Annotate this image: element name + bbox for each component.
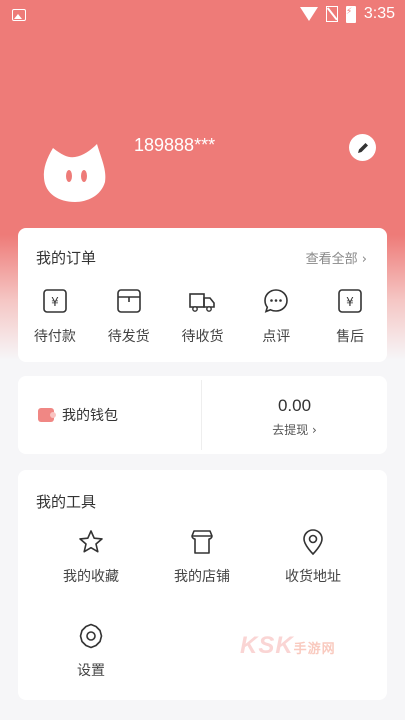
order-pending-shipment[interactable]: 待发货: [92, 288, 166, 346]
wifi-icon: [299, 7, 318, 21]
my-wallet-entry[interactable]: 我的钱包: [38, 405, 118, 425]
tool-label: 我的收藏: [63, 569, 119, 585]
tool-label: 我的店铺: [174, 569, 230, 585]
tool-settings[interactable]: 设置: [36, 622, 146, 680]
watermark-sub: 手游网: [293, 641, 336, 656]
edit-profile-button[interactable]: [349, 134, 376, 161]
wallet-icon: [38, 408, 56, 422]
shop-icon: [191, 530, 213, 554]
wallet-card: 我的钱包 0.00 去提现 ›: [18, 376, 387, 454]
order-item-label: 待收货: [181, 329, 224, 345]
order-review[interactable]: 点评: [239, 288, 313, 346]
watermark-text: KSK: [240, 632, 294, 659]
orders-title: 我的订单: [36, 249, 97, 267]
wallet-label: 我的钱包: [62, 408, 118, 424]
order-item-label: 售后: [336, 329, 365, 345]
location-icon: [303, 529, 323, 556]
orders-card: 我的订单 查看全部 › ¥ 待付款 待发货 待收货 点评 ¥ 售后: [18, 228, 387, 362]
comment-icon: [264, 289, 289, 313]
settings-icon: [79, 623, 103, 649]
order-item-label: 待发货: [107, 329, 150, 345]
tools-title: 我的工具: [36, 493, 97, 511]
order-after-sales[interactable]: ¥ 售后: [313, 288, 387, 346]
status-time: 3:35: [363, 5, 395, 22]
yen-bag-icon: ¥: [43, 289, 67, 313]
svg-text:¥: ¥: [346, 295, 354, 309]
view-all-orders-link[interactable]: 查看全部 ›: [306, 248, 367, 267]
yen-service-icon: ¥: [338, 289, 362, 313]
status-bar: 3:35: [0, 0, 405, 30]
tools-card: 我的工具 我的收藏 我的店铺 收货地址 设置: [18, 470, 387, 700]
battery-charging-icon: [345, 5, 356, 23]
no-sim-icon: [325, 6, 338, 22]
order-pending-payment[interactable]: ¥ 待付款: [18, 288, 92, 346]
watermark-logo: KSK手游网: [240, 632, 336, 660]
withdraw-link[interactable]: 去提现 ›: [202, 421, 387, 438]
truck-icon: [189, 293, 216, 312]
phone-number: 189888***: [134, 135, 216, 155]
tool-favorites[interactable]: 我的收藏: [36, 528, 146, 586]
star-icon: [79, 530, 103, 553]
svg-text:¥: ¥: [51, 295, 59, 309]
order-item-label: 待付款: [33, 329, 76, 345]
pencil-icon: [357, 142, 368, 153]
tool-shipping-address[interactable]: 收货地址: [258, 528, 368, 586]
avatar[interactable]: [43, 140, 109, 202]
tool-label: 设置: [77, 663, 105, 679]
wallet-balance: 0.00: [277, 396, 312, 415]
tool-my-shop[interactable]: 我的店铺: [147, 528, 257, 586]
order-pending-receipt[interactable]: 待收货: [166, 288, 240, 346]
gallery-icon: [12, 9, 26, 21]
tool-label: 收货地址: [285, 569, 341, 585]
box-icon: [116, 289, 141, 313]
order-status-row: ¥ 待付款 待发货 待收货 点评 ¥ 售后: [18, 288, 387, 346]
order-item-label: 点评: [262, 329, 291, 345]
avatar-mascot-icon: [43, 144, 106, 202]
